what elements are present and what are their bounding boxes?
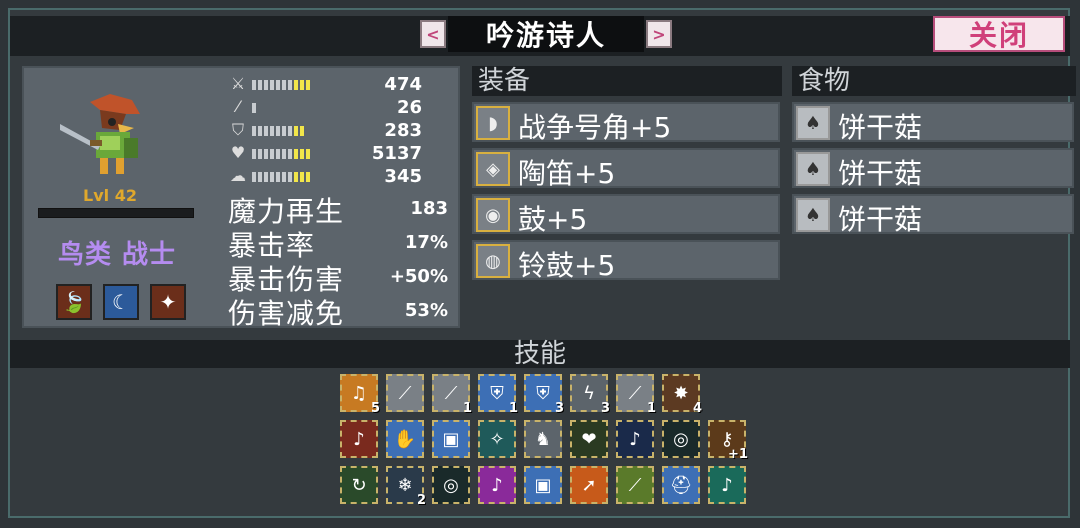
equipment-slot[interactable]: ◍ 铃鼓+5 (472, 240, 780, 282)
mushroom-icon: ♠ (796, 152, 830, 186)
ring-icon[interactable]: ◎ (662, 420, 700, 458)
equipment-slot[interactable]: ◗ 战争号角+5 (472, 102, 780, 144)
feather-icon[interactable]: ⟋ 1 (432, 374, 472, 416)
sub-stat-row: 暴击率 17% (228, 224, 448, 262)
sub-stat-row: 伤害减免 53% (228, 292, 448, 330)
stat-row: ☁ 345 (228, 166, 428, 188)
lightning-icon[interactable]: ϟ3 (570, 374, 610, 416)
skill-count: 1 (462, 401, 472, 416)
tambourine-icon: ◍ (476, 244, 510, 278)
stat-row: ⁄ 26 (228, 97, 428, 119)
stat-bar (252, 103, 352, 113)
food-slot[interactable]: ♠ 饼干菇 (792, 148, 1074, 190)
sub-stat-value: 17% (404, 232, 448, 253)
equipment-label: 战争号角+5 (518, 111, 672, 144)
feather-icon[interactable]: ⟋ 1 (616, 374, 656, 416)
character-level: Lvl 42 (83, 186, 137, 205)
stat-bar (252, 126, 352, 136)
mushroom-icon: ♠ (796, 106, 830, 140)
character-portrait (60, 94, 140, 174)
skill-count: 2 (416, 493, 426, 508)
shield-spell-icon[interactable]: ⛨ 3 (524, 374, 564, 416)
music-note-icon[interactable]: ♪ (478, 466, 516, 504)
feather-icon[interactable]: ⟋ (616, 466, 654, 504)
leaf-arrow-up-icon[interactable]: 🍃 (56, 284, 92, 320)
stat-bar (252, 80, 352, 90)
skill-count: 1 (508, 401, 518, 416)
armor-icon[interactable]: ▣ (524, 466, 562, 504)
food-slot[interactable]: ♠ 饼干菇 (792, 102, 1074, 144)
skill-count: 3 (600, 401, 610, 416)
sub-stat-label: 伤害减免 (228, 297, 345, 330)
shield-spell-icon[interactable]: ⛨ 1 (478, 374, 518, 416)
arrow-icon[interactable]: ➚ (570, 466, 608, 504)
character-name-title: 吟游诗人 (448, 16, 644, 52)
sub-stat-row: 暴击伤害 +50% (228, 258, 448, 296)
food-label: 饼干菇 (838, 157, 923, 190)
stat-row: ♥ 5137 (228, 143, 428, 165)
swirl-icon[interactable]: ↻ (340, 466, 378, 504)
armor-icon[interactable]: ▣ (432, 420, 470, 458)
wand-sparkle-icon[interactable]: ✧ (478, 420, 516, 458)
next-character-button[interactable]: > (646, 20, 672, 48)
stat-bar (252, 149, 352, 159)
music-note-icon[interactable]: ♪ (340, 420, 378, 458)
character-class: 鸟类 战士 (57, 240, 177, 270)
equipment-label: 铃鼓+5 (518, 249, 616, 282)
food-label: 饼干菇 (838, 111, 923, 144)
stat-row: ⚔ 474 (228, 74, 428, 96)
music-note-icon[interactable]: ♪ (708, 466, 746, 504)
sword-icon: ⚔ (230, 74, 246, 93)
frost-icon[interactable]: ❄ 2 (386, 466, 426, 508)
music-note-icon[interactable]: ♪ (616, 420, 654, 458)
helmet-icon[interactable]: ⛑ (662, 466, 700, 504)
sparkle-icon[interactable]: ✦ (150, 284, 186, 320)
skill-count: +1 (728, 447, 748, 462)
ring-icon[interactable]: ◎ (432, 466, 470, 504)
sub-stat-value: 183 (410, 198, 448, 219)
skill-count: 1 (646, 401, 656, 416)
equipment-label: 陶笛+5 (518, 157, 616, 190)
stat-value: 474 (384, 74, 422, 95)
sub-stat-value: +50% (389, 266, 448, 287)
wand-icon: ⁄ (236, 97, 240, 116)
stat-value: 283 (384, 120, 422, 141)
burst-icon[interactable]: ✸ 4 (662, 374, 702, 416)
drum-icon: ◉ (476, 198, 510, 232)
stat-row: ⛉ 283 (228, 120, 428, 142)
close-button[interactable]: 关闭 (933, 16, 1065, 52)
knight-icon[interactable]: ♞ (524, 420, 562, 458)
hand-icon[interactable]: ✋ (386, 420, 424, 458)
heart-berry-icon[interactable]: ❤ (570, 420, 608, 458)
key-plus-icon[interactable]: ⚷ +1 (708, 420, 748, 462)
skill-count: 3 (554, 401, 564, 416)
equipment-slot[interactable]: ◉ 鼓+5 (472, 194, 780, 236)
food-label: 饼干菇 (838, 203, 923, 236)
feather-icon[interactable]: ⟋ (386, 374, 424, 412)
skill-count: 5 (370, 401, 380, 416)
heart-icon: ♥ (230, 143, 246, 162)
sub-stat-value: 53% (404, 300, 448, 321)
equipment-header: 装备 (472, 66, 782, 96)
stat-value: 26 (396, 97, 422, 118)
skills-header: 技能 (10, 340, 1070, 368)
moon-shield-icon[interactable]: ☾ (103, 284, 139, 320)
mushroom-icon: ♠ (796, 198, 830, 232)
music-notes-icon[interactable]: ♫ 5 (340, 374, 380, 416)
food-slot[interactable]: ♠ 饼干菇 (792, 194, 1074, 236)
equipment-slot[interactable]: ◈ 陶笛+5 (472, 148, 780, 190)
shield-icon: ⛉ (231, 120, 244, 139)
horn-icon: ◗ (476, 106, 510, 140)
stat-value: 5137 (371, 143, 422, 164)
food-header: 食物 (792, 66, 1076, 96)
equipment-label: 鼓+5 (518, 203, 588, 236)
sub-stat-row: 魔力再生 183 (228, 190, 448, 228)
stat-bar (252, 172, 352, 182)
stat-value: 345 (384, 166, 422, 187)
prev-character-button[interactable]: < (420, 20, 446, 48)
health-bar (38, 208, 194, 218)
ocarina-icon: ◈ (476, 152, 510, 186)
speed-icon: ☁ (230, 166, 246, 185)
skill-count: 4 (692, 401, 702, 416)
